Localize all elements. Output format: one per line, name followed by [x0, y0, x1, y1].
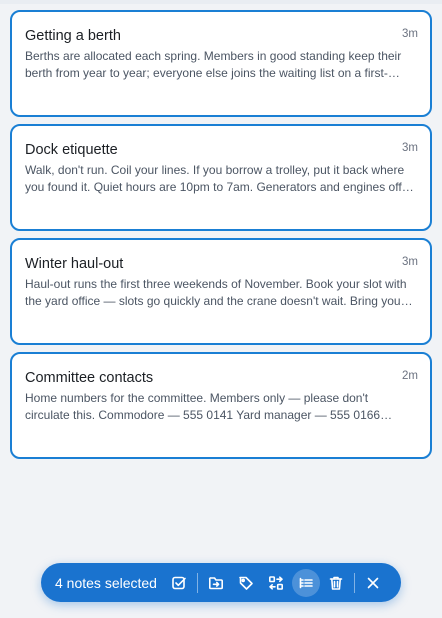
note-timestamp: 3m — [402, 142, 418, 154]
toolbar-divider — [196, 572, 198, 593]
note-timestamp: 3m — [402, 256, 418, 268]
toolbar-divider — [353, 572, 355, 593]
note-timestamp: 3m — [402, 28, 418, 40]
tag-button[interactable] — [232, 569, 260, 597]
checklist-button[interactable] — [291, 568, 320, 597]
note-card[interactable]: Getting a berth 3m Berths are allocated … — [10, 10, 432, 117]
note-preview: Haul-out runs the first three weekends o… — [25, 277, 407, 308]
merge-icon — [268, 575, 283, 590]
note-preview: Home numbers for the committee. Members … — [25, 391, 381, 422]
selection-action-bar: 4 notes selected — [41, 563, 401, 602]
move-to-folder-icon — [208, 576, 223, 589]
note-card[interactable]: Winter haul-out 3m Haul-out runs the fir… — [10, 238, 432, 345]
close-selection-button[interactable] — [359, 569, 387, 597]
note-timestamp: 2m — [402, 370, 418, 382]
checkbox-icon — [172, 576, 186, 589]
tag-icon — [239, 576, 253, 590]
note-card[interactable]: Committee contacts 2m Home numbers for t… — [10, 352, 432, 459]
note-title: Winter haul-out — [25, 256, 124, 272]
notes-list: Getting a berth 3m Berths are allocated … — [10, 10, 432, 466]
note-title: Committee contacts — [25, 370, 154, 386]
move-to-folder-button[interactable] — [202, 569, 230, 597]
merge-button[interactable] — [262, 569, 290, 597]
note-title: Dock etiquette — [25, 142, 118, 158]
list-top-edge — [0, 0, 442, 4]
note-title: Getting a berth — [25, 28, 121, 44]
selection-count: 4 notes selected — [55, 574, 157, 591]
close-icon — [367, 577, 379, 588]
note-card[interactable]: Dock etiquette 3m Walk, don't run. Coil … — [10, 124, 432, 231]
delete-button[interactable] — [322, 569, 350, 597]
checklist-icon — [299, 577, 313, 588]
note-preview: Berths are allocated each spring. Member… — [25, 49, 402, 80]
select-all-button[interactable] — [165, 569, 193, 597]
trash-icon — [329, 576, 343, 590]
note-preview: Walk, don't run. Coil your lines. If you… — [25, 163, 405, 194]
